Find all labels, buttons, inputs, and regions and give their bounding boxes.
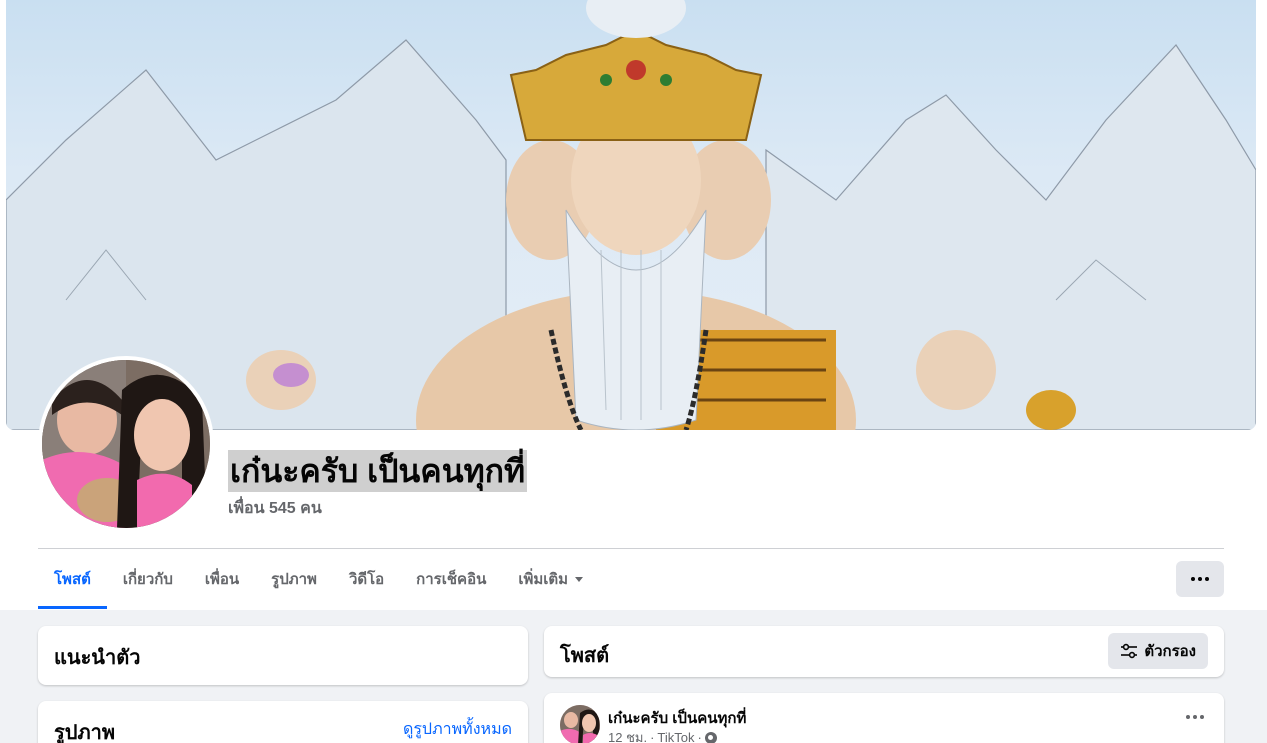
see-all-photos-link[interactable]: ดูรูปภาพทั้งหมด [403,717,512,742]
meta-separator-2: · [697,730,702,743]
tab-checkins-label: การเช็คอิน [416,571,487,588]
post-time[interactable]: 12 ชม. [608,727,647,743]
cover-photo[interactable] [6,0,1256,430]
filter-button[interactable]: ตัวกรอง [1108,633,1208,669]
post-more-icon [1186,715,1190,719]
post-source: TikTok [657,730,695,743]
tab-posts[interactable]: โพสต์ [38,549,107,609]
profile-name: เก๋นะครับ เป็นคนทุกที่ [228,450,528,492]
tab-photos[interactable]: รูปภาพ [255,549,333,609]
posts-header-card: โพสต์ ตัวกรอง [544,626,1224,677]
filter-label: ตัวกรอง [1144,643,1196,660]
post-card: เก๋นะครับ เป็นคนทุกที่ 12 ชม. · TikTok · [544,693,1224,743]
tab-videos[interactable]: วิดีโอ [333,549,400,609]
tab-posts-label: โพสต์ [54,571,91,588]
meta-separator: · [650,730,655,743]
tab-friends-label: เพื่อน [204,571,240,588]
tab-about-label: เกี่ยวกับ [122,571,173,588]
profile-tabs: โพสต์ เกี่ยวกับ เพื่อน รูปภาพ วิดีโอ การ… [38,549,599,609]
friends-count[interactable]: เพื่อน 545 คน [228,496,322,521]
post-author-avatar[interactable] [560,705,600,743]
photos-card: รูปภาพ ดูรูปภาพทั้งหมด [38,701,528,743]
tab-checkins[interactable]: การเช็คอิน [400,549,502,609]
globe-icon [704,731,717,743]
profile-more-button[interactable] [1176,561,1224,597]
posts-title: โพสต์ [560,645,610,667]
intro-card: แนะนำตัว [38,626,528,685]
post-more-button[interactable] [1186,715,1204,719]
cover-illustration [6,0,1256,430]
profile-avatar[interactable] [38,356,214,532]
tab-about[interactable]: เกี่ยวกับ [107,549,189,609]
profile-header: เก๋นะครับ เป็นคนทุกที่ เพื่อน 545 คน โพส… [0,0,1267,610]
tab-more-label: เพิ่มเติม [518,571,569,588]
tab-photos-label: รูปภาพ [271,571,317,588]
photos-title: รูปภาพ [54,722,116,743]
post-avatar-photo [560,705,600,743]
post-meta: 12 ชม. · TikTok · [608,727,717,743]
intro-title: แนะนำตัว [54,647,141,669]
filter-icon [1121,643,1138,659]
tab-friends[interactable]: เพื่อน [189,549,255,609]
avatar-photo [42,360,210,528]
caret-down-icon [575,576,584,582]
tab-videos-label: วิดีโอ [348,571,385,588]
tab-more[interactable]: เพิ่มเติม [502,549,599,609]
more-dots-icon [1191,577,1195,581]
